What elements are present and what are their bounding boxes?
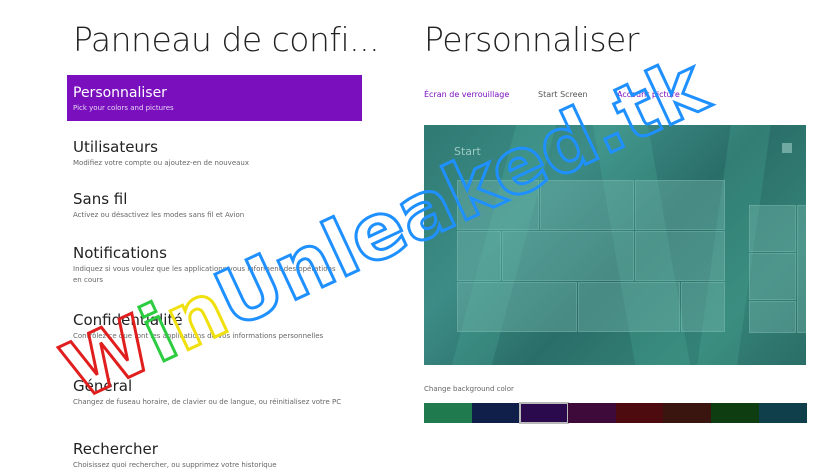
preview-user-tile	[782, 143, 792, 153]
preview-tile	[457, 180, 539, 230]
nav-item-label: Général	[73, 377, 133, 395]
nav-item-label: Personnaliser	[73, 85, 167, 101]
color-swatch[interactable]	[518, 402, 569, 424]
nav-item-personnaliser[interactable]: Personnaliser Pick your colors and pictu…	[67, 75, 362, 121]
nav-item-label: Notifications	[73, 244, 167, 262]
preview-tile	[457, 282, 577, 332]
nav-item-description: Changez de fuseau horaire, de clavier ou…	[73, 398, 342, 406]
color-swatch[interactable]	[711, 403, 760, 423]
nav-item-label: Sans fil	[73, 190, 128, 208]
nav-item-description: Activez ou désactivez les modes sans fil…	[73, 211, 245, 219]
nav-item-description: Modifiez votre compte ou ajoutez-en de n…	[73, 159, 249, 167]
nav-item-label: Utilisateurs	[73, 138, 158, 156]
color-swatch[interactable]	[663, 403, 712, 423]
preview-tile	[578, 282, 680, 332]
nav-item-description: Choisissez quoi rechercher, ou supprimez…	[73, 461, 277, 469]
color-swatch[interactable]	[424, 403, 472, 423]
preview-tile	[749, 253, 796, 300]
color-swatch[interactable]	[615, 403, 664, 423]
nav-item-utilisateurs[interactable]: Utilisateurs Modifiez votre compte ou aj…	[67, 138, 362, 172]
tab-account-picture[interactable]: Account picture	[617, 90, 680, 99]
preview-tile	[797, 205, 806, 333]
preview-tile	[749, 301, 796, 333]
nav-item-sans-fil[interactable]: Sans fil Activez ou désactivez les modes…	[67, 190, 362, 224]
color-swatch[interactable]	[567, 403, 616, 423]
preview-tile	[635, 180, 725, 230]
preview-tile	[749, 205, 796, 252]
settings-nav-panel: Panneau de confi... Personnaliser Pick y…	[0, 0, 380, 472]
page-title: Personnaliser	[424, 20, 639, 59]
preview-tile	[540, 180, 634, 230]
color-swatch[interactable]	[759, 403, 807, 423]
nav-item-rechercher[interactable]: Rechercher Choisissez quoi rechercher, o…	[67, 440, 362, 472]
preview-tile	[502, 231, 634, 281]
background-color-picker	[424, 402, 807, 424]
nav-item-confidentialite[interactable]: Confidentialité Contrôlez ce que font le…	[67, 311, 362, 357]
preview-tile	[457, 231, 501, 281]
preview-tile	[681, 282, 725, 332]
nav-item-label: Rechercher	[73, 440, 158, 458]
nav-item-description: Pick your colors and pictures	[73, 104, 174, 112]
preview-tile	[635, 231, 725, 281]
nav-item-general[interactable]: Général Changez de fuseau horaire, de cl…	[67, 377, 362, 423]
nav-item-label: Confidentialité	[73, 311, 183, 329]
nav-item-description: Indiquez si vous voulez que les applicat…	[73, 265, 336, 284]
nav-item-description: Contrôlez ce que font les applications d…	[73, 332, 324, 340]
preview-start-label: Start	[454, 145, 481, 158]
color-swatch[interactable]	[471, 403, 520, 423]
nav-panel-title: Panneau de confi...	[73, 20, 380, 59]
start-screen-preview: Start	[424, 125, 806, 365]
background-color-label: Change background color	[424, 385, 514, 393]
tab-lock-screen[interactable]: Écran de verrouillage	[424, 90, 509, 99]
tab-start-screen[interactable]: Start Screen	[538, 90, 588, 99]
nav-item-notifications[interactable]: Notifications Indiquez si vous voulez qu…	[67, 244, 362, 290]
